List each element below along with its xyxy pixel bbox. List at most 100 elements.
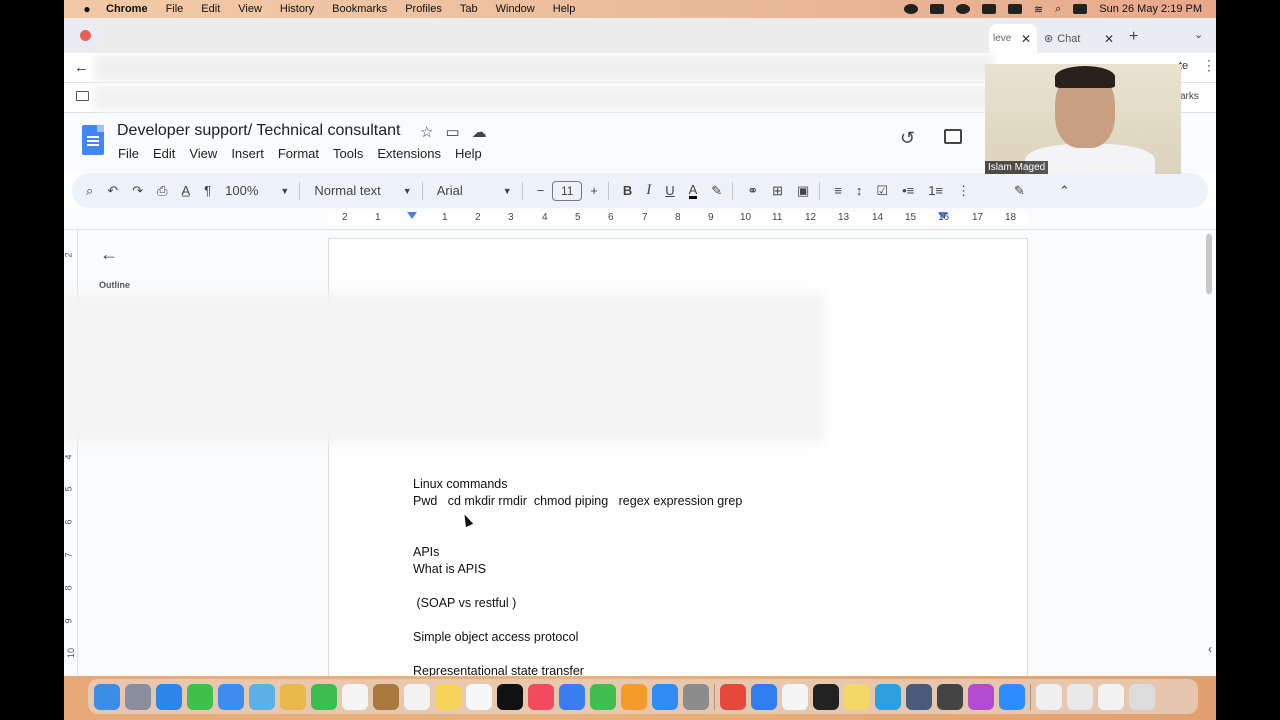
- play-status-icon[interactable]: [955, 4, 970, 14]
- battery-icon[interactable]: [1007, 4, 1022, 14]
- style-select[interactable]: Normal text ▼: [314, 183, 411, 198]
- font-size-input[interactable]: 11: [552, 180, 583, 201]
- insert-image-icon[interactable]: ▣: [797, 183, 809, 199]
- numbered-list-icon[interactable]: 1≡: [928, 183, 943, 198]
- menu-tab[interactable]: Tab: [460, 3, 478, 15]
- decrease-font-size-icon[interactable]: −: [537, 183, 545, 198]
- keyboard-input-icon[interactable]: [981, 4, 996, 14]
- launchpad-icon[interactable]: [125, 683, 151, 710]
- docs-menu-edit[interactable]: Edit: [153, 146, 175, 161]
- spellcheck-icon[interactable]: A̲: [182, 183, 191, 198]
- doc-line-apis[interactable]: APIs: [413, 545, 439, 559]
- doc-line-linux-commands[interactable]: Linux commands: [413, 477, 508, 491]
- doc-line-what-is-apis[interactable]: What is APIS: [413, 562, 486, 576]
- bold-icon[interactable]: B: [623, 183, 632, 198]
- editing-mode-pencil-icon[interactable]: ✎: [1014, 183, 1025, 199]
- chrome-icon[interactable]: [720, 683, 746, 710]
- menubar-clock[interactable]: Sun 26 May 2:19 PM: [1099, 3, 1202, 15]
- apple-icon[interactable]: ●: [78, 2, 96, 16]
- reminders-icon[interactable]: [404, 683, 430, 710]
- tab-search-chevron-icon[interactable]: ⌄: [1194, 28, 1203, 41]
- arc-browser-icon[interactable]: [968, 683, 994, 710]
- back-arrow-icon[interactable]: ←: [74, 59, 89, 76]
- mail-icon[interactable]: [218, 683, 244, 710]
- menu-file[interactable]: File: [166, 3, 184, 15]
- numbers-icon[interactable]: [590, 683, 616, 710]
- browser-menu-icon[interactable]: ⋮: [1202, 57, 1216, 74]
- document-stack-icon[interactable]: [1036, 683, 1062, 710]
- move-folder-icon[interactable]: ▭: [445, 123, 459, 141]
- version-history-icon[interactable]: ↺: [900, 128, 915, 149]
- menu-bookmarks[interactable]: Bookmarks: [332, 3, 387, 15]
- tab-chat[interactable]: ⊛ Chat ✕: [1044, 24, 1114, 53]
- download-manager-icon[interactable]: [906, 683, 932, 710]
- left-indent-marker[interactable]: [407, 212, 417, 219]
- stickies-icon[interactable]: [844, 683, 870, 710]
- redo-icon[interactable]: ↷: [132, 183, 143, 199]
- menu-edit[interactable]: Edit: [201, 3, 220, 15]
- docs-menu-format[interactable]: Format: [278, 146, 319, 161]
- star-icon[interactable]: ☆: [420, 123, 433, 141]
- terminal-icon[interactable]: [813, 683, 839, 710]
- menu-profiles[interactable]: Profiles: [405, 3, 442, 15]
- doc-line-soap-vs-restful[interactable]: (SOAP vs restful ): [413, 596, 516, 610]
- keynote-icon[interactable]: [559, 683, 585, 710]
- docs-menu-file[interactable]: File: [118, 146, 139, 161]
- docs-menu-extensions[interactable]: Extensions: [377, 146, 441, 161]
- doc-line-soap-definition[interactable]: Simple object access protocol: [413, 630, 578, 644]
- paint-format-icon[interactable]: ¶: [204, 183, 211, 198]
- bluetooth-icon[interactable]: [751, 683, 777, 710]
- spotlight-search-icon[interactable]: ⌕: [1055, 3, 1061, 16]
- tab-chat-close-icon[interactable]: ✕: [1104, 32, 1114, 46]
- app-store-icon[interactable]: [652, 683, 678, 710]
- underline-icon[interactable]: U: [665, 183, 674, 198]
- all-bookmarks-label[interactable]: arks: [1180, 91, 1199, 102]
- telegram-icon[interactable]: [875, 683, 901, 710]
- hide-menus-chevron-icon[interactable]: ⌃: [1059, 183, 1070, 199]
- safari-icon[interactable]: [156, 683, 182, 710]
- google-docs-logo-icon[interactable]: [82, 125, 104, 155]
- screen-stack-icon[interactable]: [1098, 683, 1124, 710]
- zoom-select[interactable]: 100% ▼: [225, 183, 289, 198]
- line-spacing-icon[interactable]: ↕: [856, 183, 863, 198]
- docs-menu-help[interactable]: Help: [455, 146, 482, 161]
- horizontal-ruler[interactable]: 2 1 1 2 3 4 5 6 7 8 9 10 11 12 13 14 15 …: [64, 208, 1216, 230]
- checklist-icon[interactable]: ☑: [876, 183, 888, 199]
- finder-icon[interactable]: [94, 683, 120, 710]
- freeform-icon[interactable]: [466, 683, 492, 710]
- trash-icon[interactable]: [1129, 683, 1155, 710]
- more-options-icon[interactable]: ⋮: [957, 183, 970, 199]
- keyboard-app-icon[interactable]: [937, 683, 963, 710]
- textedit-icon[interactable]: [782, 683, 808, 710]
- downloads-stack-icon[interactable]: [1067, 683, 1093, 710]
- folder-icon[interactable]: [76, 91, 89, 101]
- facetime-icon[interactable]: [311, 683, 337, 710]
- apple-tv-icon[interactable]: [497, 683, 523, 710]
- insert-link-icon[interactable]: ⚭: [747, 183, 758, 199]
- music-icon[interactable]: [528, 683, 554, 710]
- notes-icon[interactable]: [435, 683, 461, 710]
- maps-icon[interactable]: [249, 683, 275, 710]
- tab-close-icon[interactable]: ✕: [1021, 32, 1031, 46]
- status-app-icon[interactable]: [903, 4, 918, 14]
- align-icon[interactable]: ≡: [834, 183, 842, 198]
- mail-status-icon[interactable]: [929, 4, 944, 14]
- window-close-button[interactable]: [80, 30, 91, 41]
- undo-icon[interactable]: ↶: [107, 183, 118, 199]
- calendar-icon[interactable]: [342, 683, 368, 710]
- side-panel-chevron-icon[interactable]: ‹: [1208, 642, 1212, 656]
- comments-icon[interactable]: [944, 129, 962, 144]
- text-color-icon[interactable]: A: [688, 183, 698, 199]
- menu-app-name[interactable]: Chrome: [106, 3, 148, 15]
- increase-font-size-icon[interactable]: +: [590, 183, 598, 198]
- pages-icon[interactable]: [621, 683, 647, 710]
- wifi-icon[interactable]: ≋: [1034, 3, 1043, 16]
- bulleted-list-icon[interactable]: •≡: [902, 183, 914, 198]
- menu-window[interactable]: Window: [496, 3, 535, 15]
- messages-icon[interactable]: [187, 683, 213, 710]
- photos-icon[interactable]: [280, 683, 306, 710]
- add-comment-icon[interactable]: ⊞: [772, 183, 783, 199]
- menu-history[interactable]: History: [280, 3, 314, 15]
- docs-menu-view[interactable]: View: [189, 146, 217, 161]
- print-icon[interactable]: ⎙: [157, 183, 167, 199]
